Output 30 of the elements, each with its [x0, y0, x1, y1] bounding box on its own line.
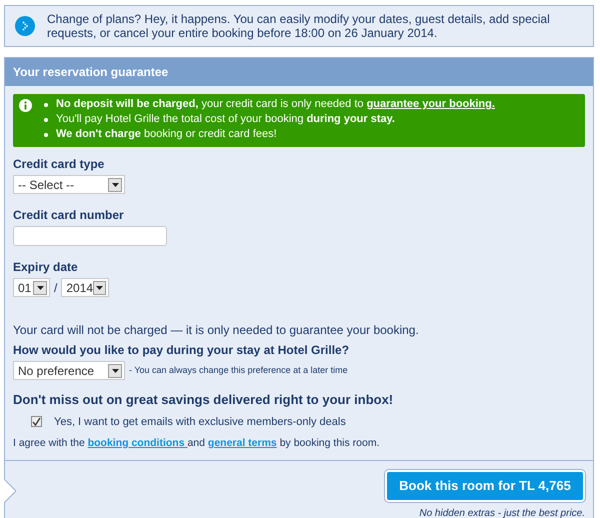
- field-label: Credit card type: [13, 156, 106, 173]
- field-label: Expiry date: [13, 259, 79, 276]
- card-type-select[interactable]: -- Select --: [13, 175, 125, 194]
- preference-hint: - You can always change this preference at a later time: [129, 364, 348, 377]
- bullet-icon: [44, 118, 48, 122]
- text: We don't charge booking or credit card fees!: [56, 128, 277, 140]
- payment-select[interactable]: No preference: [13, 361, 125, 380]
- text: I agree with the: [13, 437, 86, 449]
- link[interactable]: guarantee your booking.: [366, 98, 495, 110]
- field-label: How would you like to pay during your stay at Hotel Grille?: [13, 342, 350, 359]
- month-select[interactable]: 01: [13, 278, 50, 297]
- card-info-text: Your card will not be charged — it is only needed to guarantee your booking.: [13, 322, 420, 339]
- text: No deposit will be charged, your credit card is only needed to: [56, 98, 365, 110]
- info-icon: [19, 99, 32, 112]
- year-select[interactable]: 2014: [61, 278, 110, 297]
- text: and: [187, 437, 206, 449]
- newsletter-title: Don't miss out on great savings delivered right to your inbox!: [13, 391, 394, 409]
- text: by booking this room.: [278, 437, 380, 449]
- date-separator: /: [54, 280, 58, 296]
- footnote: No hidden extras - just the best price.: [419, 506, 585, 518]
- notice-text: Change of plans? Hey, it happens. You can easily modify your dates, guest details, add special requests, or cancel your entire booking before 18:00 on 26 January 2014.: [47, 12, 551, 40]
- bullet-icon: [44, 102, 48, 106]
- text: You'll pay Hotel Grille the total cost of your booking during your stay.: [56, 113, 395, 125]
- panel-title: Your reservation guarantee: [13, 64, 168, 81]
- checkbox[interactable]: [31, 416, 42, 428]
- checkbox-label: Yes, I want to get emails with exclusive members-only deals: [54, 414, 346, 430]
- arrow-circle-icon: [15, 16, 35, 36]
- bullet-icon: [44, 132, 48, 136]
- card-number-field[interactable]: [13, 226, 167, 246]
- field-label: Credit card number: [13, 207, 125, 224]
